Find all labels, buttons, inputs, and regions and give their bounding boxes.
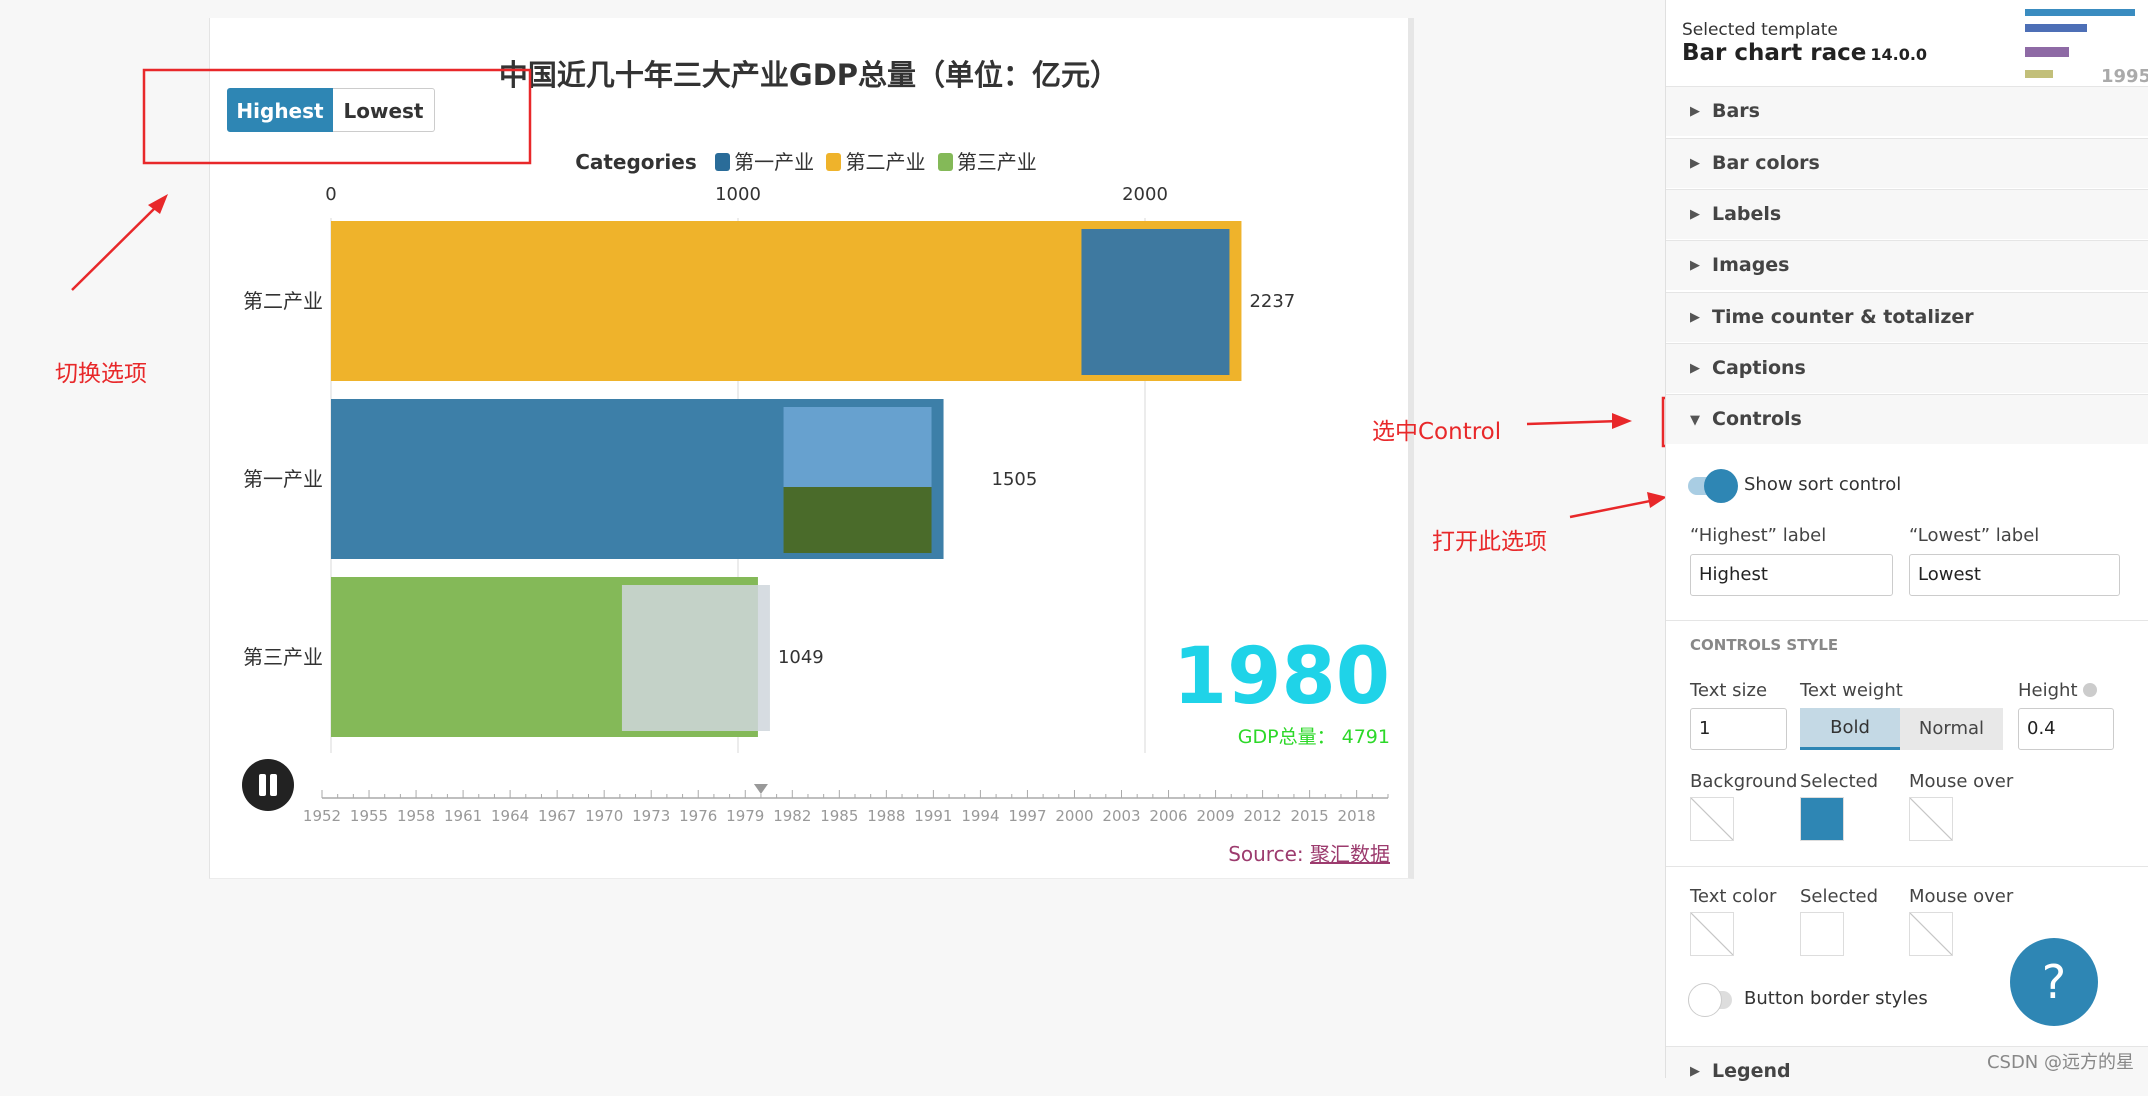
annotation-overlay bbox=[71, 68, 1665, 519]
section-controls[interactable]: ▼ Controls bbox=[1666, 394, 2148, 444]
section-label: Time counter & totalizer bbox=[1712, 306, 1974, 328]
mouseover-color-swatch[interactable] bbox=[1909, 797, 1953, 841]
section-bar-colors[interactable]: ▶ Bar colors bbox=[1666, 138, 2148, 188]
section-label: Bars bbox=[1712, 100, 1760, 122]
background-color-swatch[interactable] bbox=[1690, 797, 1734, 841]
settings-panel: Selected template Bar chart race 14.0.0 1… bbox=[1665, 0, 2148, 1096]
lowest-label-caption: “Lowest” label bbox=[1909, 525, 2040, 546]
section-label: Images bbox=[1712, 254, 1790, 276]
caret-right-icon: ▶ bbox=[1690, 207, 1700, 222]
selected-text-color-label: Selected bbox=[1800, 886, 1879, 907]
weight-normal-option[interactable]: Normal bbox=[1900, 708, 2003, 750]
annotation-box-sort-buttons bbox=[142, 68, 532, 165]
template-name-text: Bar chart race bbox=[1682, 40, 1867, 66]
section-label: Bar colors bbox=[1712, 152, 1820, 174]
caret-right-icon: ▶ bbox=[1690, 104, 1700, 119]
divider bbox=[1666, 620, 2148, 621]
show-sort-control-label: Show sort control bbox=[1744, 474, 1902, 495]
height-input[interactable]: 0.4 bbox=[2018, 708, 2114, 750]
controls-style-heading: CONTROLS STYLE bbox=[1690, 636, 1839, 654]
help-hint-icon[interactable] bbox=[2083, 683, 2098, 697]
annotation-arrow-controls bbox=[1526, 419, 1621, 426]
selected-text-color-swatch[interactable] bbox=[1800, 912, 1844, 956]
selected-bg-label: Selected bbox=[1800, 771, 1879, 792]
toggle-knob bbox=[1704, 469, 1738, 503]
toggle-knob bbox=[1688, 983, 1722, 1017]
annotation-open-option-text: 打开此选项 bbox=[1432, 529, 1547, 555]
text-weight-segmented: Bold Normal bbox=[1800, 708, 2003, 750]
selected-color-swatch[interactable] bbox=[1800, 797, 1844, 841]
text-size-input[interactable]: 1 bbox=[1690, 708, 1787, 750]
highest-label-input[interactable]: Highest bbox=[1690, 554, 1893, 596]
annotation-select-control-text: 选中Control bbox=[1372, 419, 1502, 445]
template-name[interactable]: Bar chart race 14.0.0 bbox=[1682, 40, 1927, 66]
mouseover-text-color-swatch[interactable] bbox=[1909, 912, 1953, 956]
help-button[interactable]: ? bbox=[2010, 938, 2098, 1026]
highest-label-caption: “Highest” label bbox=[1690, 525, 1827, 546]
height-label: Height bbox=[2018, 680, 2098, 701]
selected-template-label: Selected template bbox=[1682, 20, 1838, 40]
weight-bold-option[interactable]: Bold bbox=[1800, 708, 1900, 750]
divider bbox=[1666, 866, 2148, 867]
caret-right-icon: ▶ bbox=[1690, 310, 1700, 325]
text-size-label: Text size bbox=[1690, 680, 1768, 701]
height-label-text: Height bbox=[2018, 680, 2078, 701]
annotation-arrow-switch bbox=[71, 204, 159, 291]
caret-right-icon: ▶ bbox=[1690, 156, 1700, 171]
annotation-arrow-toggle bbox=[1569, 498, 1656, 519]
section-time-counter[interactable]: ▶ Time counter & totalizer bbox=[1666, 292, 2148, 342]
annotation-switch-text: 切换选项 bbox=[55, 361, 147, 387]
text-color-label: Text color bbox=[1690, 886, 1777, 907]
text-color-swatch[interactable] bbox=[1690, 912, 1734, 956]
button-border-styles-toggle[interactable]: Button border styles bbox=[1688, 980, 1928, 1020]
button-border-styles-label: Button border styles bbox=[1744, 988, 1928, 1009]
section-captions[interactable]: ▶ Captions bbox=[1666, 343, 2148, 393]
section-label: Captions bbox=[1712, 357, 1806, 379]
show-sort-control-toggle[interactable]: Show sort control bbox=[1688, 466, 1928, 506]
template-version: 14.0.0 bbox=[1870, 45, 1928, 64]
section-label: Labels bbox=[1712, 203, 1782, 225]
background-label: Background bbox=[1690, 771, 1798, 792]
section-images[interactable]: ▶ Images bbox=[1666, 240, 2148, 290]
section-bars[interactable]: ▶ Bars bbox=[1666, 86, 2148, 136]
lowest-label-input[interactable]: Lowest bbox=[1909, 554, 2120, 596]
text-weight-label: Text weight bbox=[1800, 680, 1903, 701]
section-labels[interactable]: ▶ Labels bbox=[1666, 189, 2148, 239]
mouseover-bg-label: Mouse over bbox=[1909, 771, 2014, 792]
mouseover-text-color-label: Mouse over bbox=[1909, 886, 2014, 907]
caret-right-icon: ▶ bbox=[1690, 1064, 1700, 1079]
thumbnail-year: 1995 bbox=[2101, 66, 2148, 84]
section-label: Legend bbox=[1712, 1060, 1791, 1082]
caret-right-icon: ▶ bbox=[1690, 361, 1700, 376]
annotation-arrowhead-controls bbox=[1612, 413, 1632, 429]
caret-down-icon: ▼ bbox=[1690, 413, 1700, 428]
section-label: Controls bbox=[1712, 408, 1802, 430]
annotation-arrowhead-toggle bbox=[1647, 492, 1665, 508]
watermark: CSDN @远方的星 bbox=[1986, 1052, 2134, 1073]
thumbnail-preview-icon: 1995 bbox=[2025, 9, 2148, 84]
template-thumbnail[interactable]: 1995 bbox=[2023, 4, 2148, 84]
caret-right-icon: ▶ bbox=[1690, 258, 1700, 273]
